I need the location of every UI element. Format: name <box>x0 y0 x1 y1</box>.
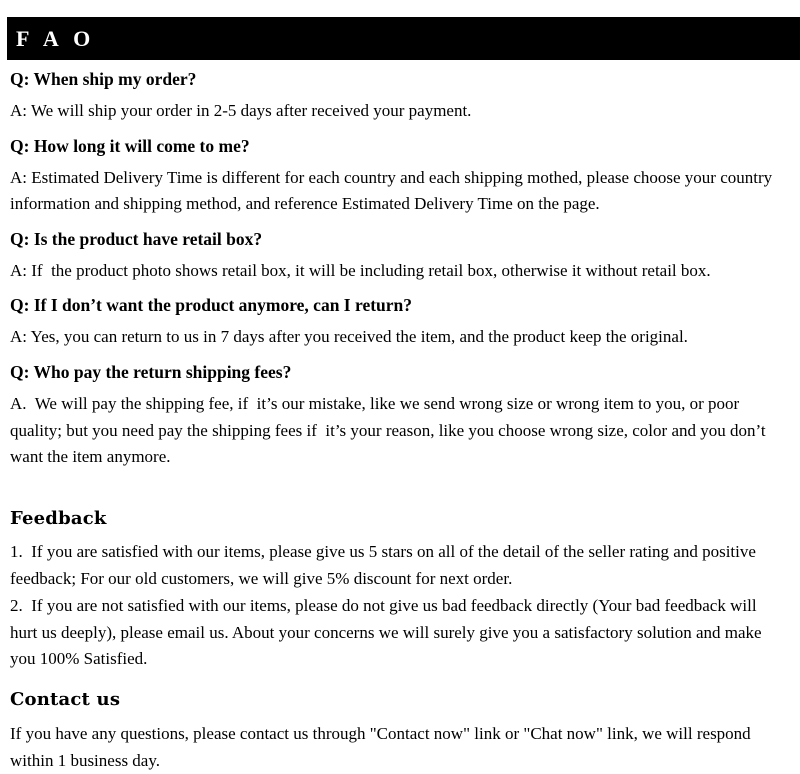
faq-question: Q: Who pay the return shipping fees? <box>10 361 292 382</box>
faq-item: Q: When ship my order? A: We will ship y… <box>10 68 788 125</box>
faq-answer: A. We will pay the shipping fee, if it’s… <box>10 394 770 467</box>
faq-page: F A O Q: When ship my order? A: We will … <box>0 0 800 770</box>
feedback-section: Feedback 1. If you are satisfied with ou… <box>10 507 788 674</box>
contact-section: Contact us If you have any questions, pl… <box>10 688 788 774</box>
feedback-paragraph: 1. If you are satisfied with our items, … <box>10 541 761 588</box>
contact-paragraph: If you have any questions, please contac… <box>10 723 755 770</box>
faq-content: Q: When ship my order? A: We will ship y… <box>10 68 788 774</box>
faq-question: Q: Is the product have retail box? <box>10 228 263 249</box>
page-title: F A O <box>16 25 96 51</box>
page-banner: F A O <box>7 17 800 60</box>
faq-question: Q: When ship my order? <box>10 69 197 89</box>
faq-answer: A: Estimated Delivery Time is different … <box>10 167 777 214</box>
faq-question: Q: How long it will come to me? <box>10 135 250 156</box>
faq-answer: A: If the product photo shows retail box… <box>10 260 711 280</box>
feedback-heading: Feedback <box>10 507 107 529</box>
faq-item: Q: How long it will come to me? A: Estim… <box>10 135 788 218</box>
faq-answer: A: Yes, you can return to us in 7 days a… <box>10 327 688 347</box>
faq-item: Q: Who pay the return shipping fees? A. … <box>10 361 788 471</box>
faq-answer: A: We will ship your order in 2-5 days a… <box>10 101 472 121</box>
faq-item: Q: Is the product have retail box? A: If… <box>10 228 788 285</box>
feedback-paragraph: 2. If you are not satisfied with our ite… <box>10 595 766 669</box>
faq-question: Q: If I don’t want the product anymore, … <box>10 295 413 316</box>
faq-item: Q: If I don’t want the product anymore, … <box>10 294 788 351</box>
